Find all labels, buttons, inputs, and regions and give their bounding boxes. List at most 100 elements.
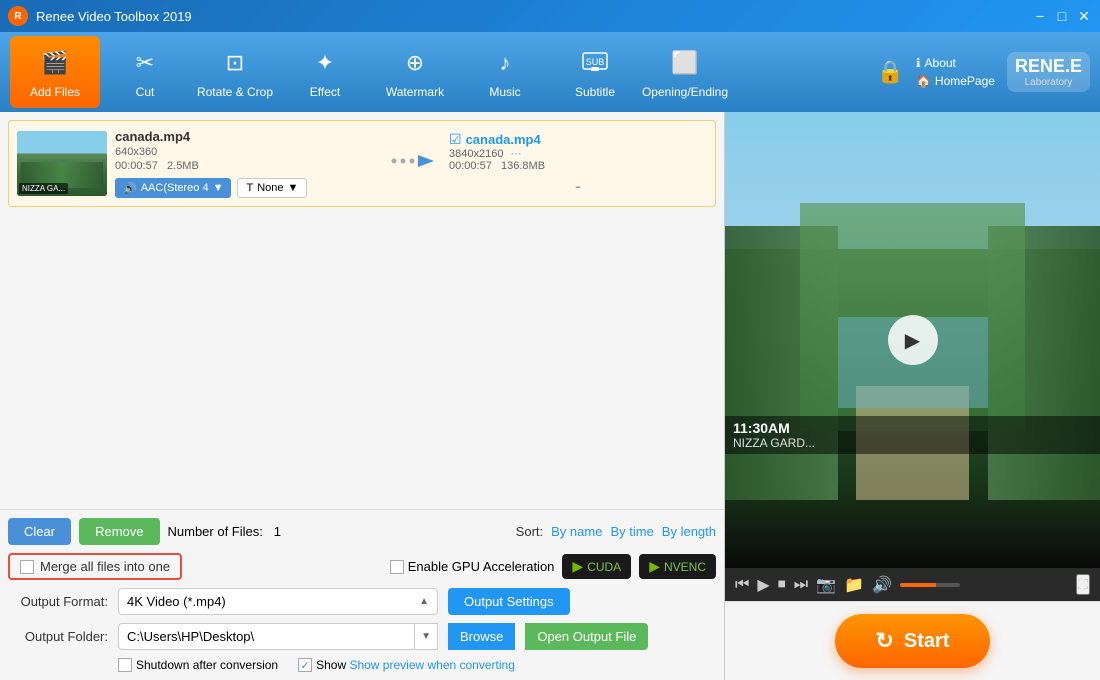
play-button[interactable]: ▶: [888, 315, 938, 365]
watermark-button[interactable]: ⊕ Watermark: [370, 36, 460, 108]
folder-path-input[interactable]: [118, 623, 415, 650]
start-button[interactable]: ↻ Start: [835, 614, 989, 668]
start-section: ↻ Start: [725, 601, 1100, 680]
clear-button[interactable]: Clear: [8, 518, 71, 545]
app-title: Renee Video Toolbox 2019: [36, 9, 1032, 24]
opening-ending-label: Opening/Ending: [642, 85, 728, 99]
effect-button[interactable]: ✦ Effect: [280, 36, 370, 108]
volume-slider[interactable]: [900, 583, 960, 587]
shutdown-option[interactable]: Shutdown after conversion: [118, 658, 278, 672]
gpu-checkbox-box[interactable]: [390, 560, 404, 574]
gpu-section: Enable GPU Acceleration ▶ CUDA ▶ NVENC: [390, 554, 716, 579]
add-files-icon: 🎬: [37, 45, 73, 81]
title-bar: R Renee Video Toolbox 2019 − □ ✕: [0, 0, 1100, 32]
merge-checkbox-wrap[interactable]: Merge all files into one: [8, 553, 182, 580]
skip-forward-button[interactable]: ⏭: [794, 576, 808, 594]
rotate-crop-label: Rotate & Crop: [197, 85, 273, 99]
start-icon: ↻: [875, 628, 893, 654]
video-controls: ⏮ ▶ ⏹ ⏭ 📷 📁 🔊 ⛶: [725, 568, 1100, 601]
file-thumbnail: NIZZA GA...: [17, 131, 107, 196]
skip-back-button[interactable]: ⏮: [735, 576, 749, 594]
gpu-checkbox[interactable]: Enable GPU Acceleration: [390, 559, 555, 574]
music-button[interactable]: ♪ Music: [460, 36, 550, 108]
video-location: NIZZA GARD...: [733, 436, 1092, 450]
about-icon: ℹ: [916, 56, 921, 70]
about-link[interactable]: ℹ About: [916, 56, 995, 70]
subtitle-select[interactable]: T None ▼: [237, 178, 307, 198]
output-info: ☑ canada.mp4 3840x2160 ··· 00:00:57 136.…: [449, 131, 707, 197]
more-settings-link[interactable]: ···: [511, 148, 522, 160]
remove-button[interactable]: Remove: [79, 518, 159, 545]
add-files-button[interactable]: 🎬 Add Files: [10, 36, 100, 108]
opening-ending-button[interactable]: ⬜ Opening/Ending: [640, 36, 730, 108]
folder-dropdown-arrow[interactable]: ▼: [415, 623, 438, 650]
audio-select[interactable]: 🔊 AAC(Stereo 4 ▼: [115, 178, 231, 198]
output-format-label: Output Format:: [8, 594, 108, 609]
cut-label: Cut: [136, 85, 155, 99]
minimize-button[interactable]: −: [1032, 8, 1048, 24]
about-home-section: ℹ About 🏠 HomePage: [916, 56, 995, 88]
preview-option[interactable]: Show Show preview when converting: [298, 658, 515, 672]
output-folder-label: Output Folder:: [8, 629, 108, 644]
merge-row: Merge all files into one Enable GPU Acce…: [8, 553, 716, 580]
rotate-crop-button[interactable]: ⊡ Rotate & Crop: [190, 36, 280, 108]
cut-button[interactable]: ✂ Cut: [100, 36, 190, 108]
sort-links: By name By time By length: [551, 524, 716, 539]
output-format-select[interactable]: 4K Video (*.mp4) ▲: [118, 588, 438, 615]
shutdown-checkbox[interactable]: [118, 658, 132, 672]
output-duration-size: 00:00:57 136.8MB: [449, 160, 707, 172]
file-resolution: 640x360: [115, 146, 373, 158]
options-row: Shutdown after conversion Show Show prev…: [8, 658, 716, 672]
button-row: Clear Remove Number of Files: 1 Sort: By…: [8, 518, 716, 545]
file-item: NIZZA GA... canada.mp4 640x360 00:00:57 …: [8, 120, 716, 207]
sort-by-name[interactable]: By name: [551, 524, 602, 539]
stop-button[interactable]: ⏹: [778, 576, 786, 594]
output-format-row: Output Format: 4K Video (*.mp4) ▲ Output…: [8, 588, 716, 615]
fullscreen-button[interactable]: ⛶: [1076, 574, 1090, 595]
play-pause-button[interactable]: ▶: [757, 575, 769, 595]
music-label: Music: [489, 85, 520, 99]
start-label: Start: [904, 630, 950, 653]
open-output-button[interactable]: Open Output File: [525, 623, 648, 650]
effect-icon: ✦: [307, 45, 343, 81]
watermark-icon: ⊕: [397, 45, 433, 81]
toolbar: 🎬 Add Files ✂ Cut ⊡ Rotate & Crop ✦ Effe…: [0, 32, 1100, 112]
bottom-controls: Clear Remove Number of Files: 1 Sort: By…: [0, 509, 724, 680]
maximize-button[interactable]: □: [1054, 8, 1070, 24]
rotate-crop-icon: ⊡: [217, 45, 253, 81]
music-icon: ♪: [487, 45, 523, 81]
screenshot-button[interactable]: 📷: [816, 575, 836, 595]
window-controls: − □ ✕: [1032, 8, 1092, 24]
output-folder-row: Output Folder: ▼ Browse Open Output File: [8, 623, 716, 650]
dropdown-arrow: ▲: [419, 596, 429, 607]
file-list: NIZZA GA... canada.mp4 640x360 00:00:57 …: [0, 112, 724, 509]
homepage-link[interactable]: 🏠 HomePage: [916, 74, 995, 88]
output-settings-button[interactable]: Output Settings: [448, 588, 570, 615]
folder-button[interactable]: 📁: [844, 575, 864, 595]
subtitle-icon: SUB: [577, 45, 613, 81]
app-logo: R: [8, 6, 28, 26]
file-count-label: Number of Files: 1: [168, 524, 281, 539]
close-button[interactable]: ✕: [1076, 8, 1092, 24]
subtitle-button[interactable]: SUB Subtitle: [550, 36, 640, 108]
cuda-button[interactable]: ▶ CUDA: [562, 554, 631, 579]
right-panel: 11:30AM NIZZA GARD... ▶ ⏮ ▶ ⏹ ⏭ 📷 📁 🔊 ⛶ …: [725, 112, 1100, 680]
subtitle-label: Subtitle: [575, 85, 615, 99]
volume-icon[interactable]: 🔊: [872, 575, 892, 595]
sort-by-length[interactable]: By length: [662, 524, 716, 539]
file-controls: 🔊 AAC(Stereo 4 ▼ T None ▼: [115, 178, 373, 198]
video-time: 11:30AM: [733, 420, 1092, 436]
effect-label: Effect: [310, 85, 340, 99]
video-preview: 11:30AM NIZZA GARD... ▶: [725, 112, 1100, 568]
browse-button[interactable]: Browse: [448, 623, 515, 650]
output-filename: canada.mp4: [466, 132, 541, 147]
convert-arrow: [381, 146, 441, 182]
file-duration-size: 00:00:57 2.5MB: [115, 160, 373, 172]
add-files-label: Add Files: [30, 85, 80, 99]
nvenc-button[interactable]: ▶ NVENC: [639, 554, 716, 579]
merge-checkbox[interactable]: [20, 560, 34, 574]
toolbar-right: 🔒 ℹ About 🏠 HomePage RENE.E Laboratory: [877, 52, 1090, 92]
output-resolution: 3840x2160 ···: [449, 148, 707, 160]
preview-checkbox[interactable]: [298, 658, 312, 672]
sort-by-time[interactable]: By time: [610, 524, 653, 539]
